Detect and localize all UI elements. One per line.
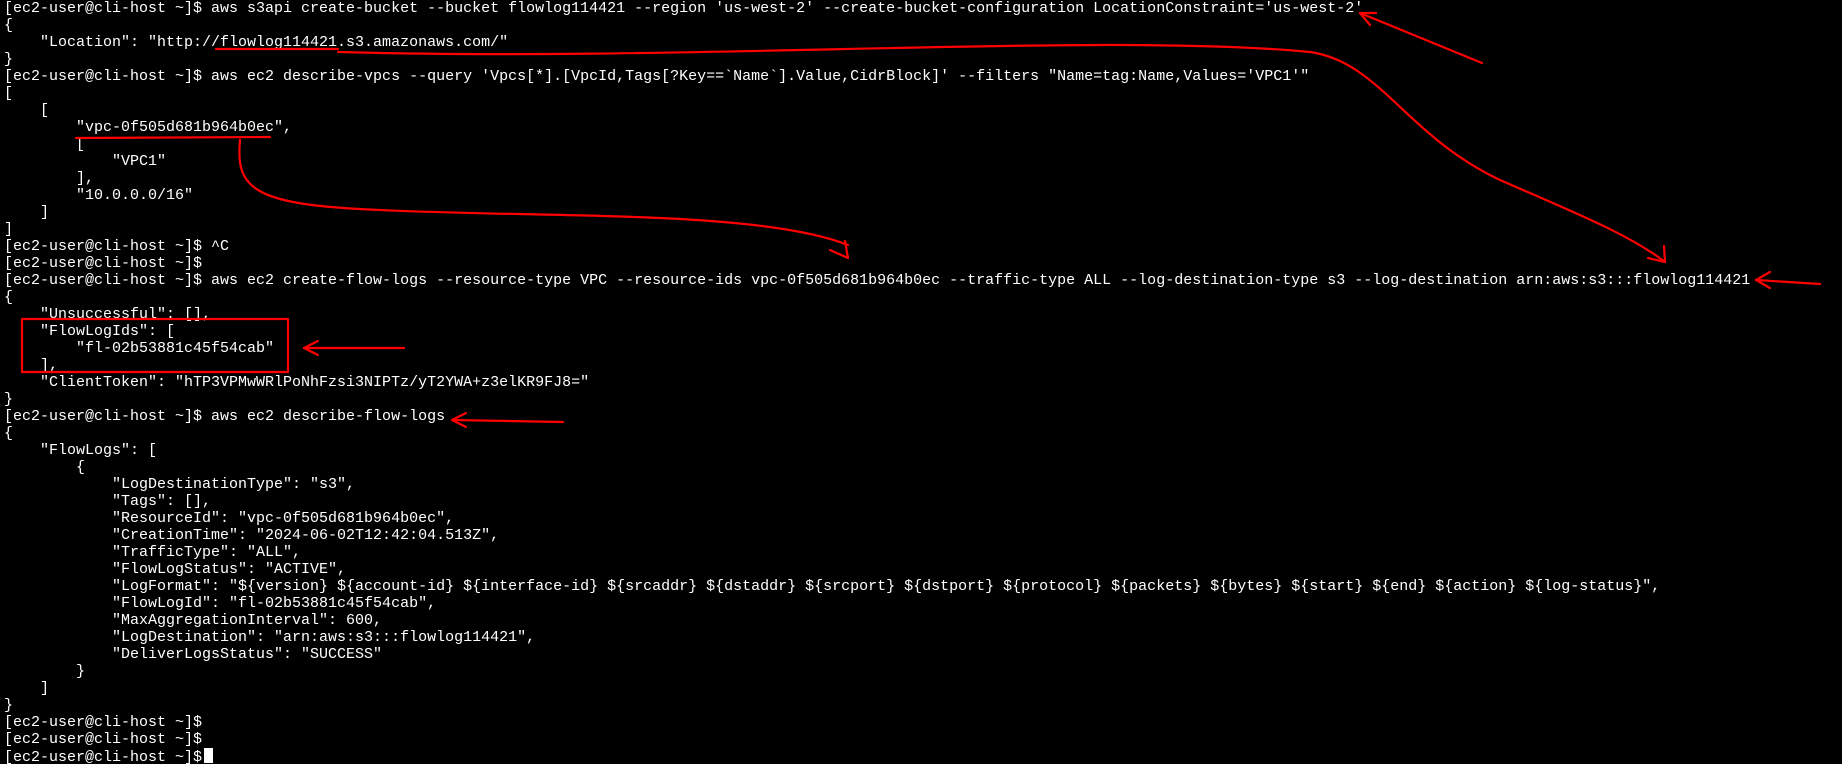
terminal-line-output: "FlowLogStatus": "ACTIVE", [4, 561, 347, 578]
terminal-line-output: "LogDestinationType": "s3", [4, 476, 356, 493]
terminal-line-create-flow-logs-command: [ec2-user@cli-host ~]$ aws ec2 create-fl… [4, 272, 1751, 289]
terminal-line-output: "Tags": [], [4, 493, 212, 510]
terminal-line-output: ] [4, 204, 50, 221]
terminal-line-vpc-id-output: "vpc-0f505d681b964b0ec", [4, 119, 293, 136]
terminal-line-describe-flow-logs-command: [ec2-user@cli-host ~]$ aws ec2 describe-… [4, 408, 446, 425]
terminal-line-s3-create-command: [ec2-user@cli-host ~]$ aws s3api create-… [4, 0, 1364, 17]
terminal-window[interactable]: [ec2-user@cli-host ~]$ aws s3api create-… [0, 0, 1842, 764]
terminal-line-logformat-output: "LogFormat": "${version} ${account-id} $… [4, 578, 1661, 595]
terminal-line-prompt: [ec2-user@cli-host ~]$ [4, 731, 203, 748]
terminal-line-output: "Unsuccessful": [], [4, 306, 212, 323]
terminal-line-output: { [4, 459, 86, 476]
terminal-line-output: "10.0.0.0/16" [4, 187, 194, 204]
terminal-line-output: "TrafficType": "ALL", [4, 544, 302, 561]
prompt-text: [ec2-user@cli-host ~]$ [4, 749, 203, 764]
terminal-line-prompt: [ec2-user@cli-host ~]$ ^C [4, 238, 230, 255]
arrowhead-annotation [828, 239, 850, 260]
arrowhead-annotation [1646, 244, 1667, 264]
terminal-line-output: ], [4, 170, 95, 187]
arrow-annotation [1358, 11, 1484, 65]
curved-arrow-annotation [238, 138, 850, 247]
terminal-line-output: ] [4, 221, 14, 238]
underline-annotation [74, 135, 272, 140]
arrowhead-annotation [450, 411, 468, 429]
terminal-line-flowlogids-output: "FlowLogIds": [ [4, 323, 176, 340]
terminal-line-location-output: "Location": "http://flowlog114421.s3.ama… [4, 34, 509, 51]
arrow-annotation [450, 418, 565, 424]
terminal-line-active-prompt[interactable]: [ec2-user@cli-host ~]$ [4, 748, 214, 764]
terminal-line-prompt: [ec2-user@cli-host ~]$ [4, 255, 203, 272]
terminal-line-output: "FlowLogs": [ [4, 442, 158, 459]
terminal-line-prompt: [ec2-user@cli-host ~]$ [4, 714, 203, 731]
terminal-line-output: [ [4, 136, 86, 153]
terminal-line-output: "DeliverLogsStatus": "SUCCESS" [4, 646, 383, 663]
terminal-line-output: } [4, 391, 14, 408]
terminal-line-output: } [4, 663, 86, 680]
terminal-line-output: "LogDestination": "arn:aws:s3:::flowlog1… [4, 629, 536, 646]
terminal-line-output: "MaxAggregationInterval": 600, [4, 612, 383, 629]
arrowhead-annotation [1754, 270, 1772, 290]
terminal-line-output: "FlowLogId": "fl-02b53881c45f54cab", [4, 595, 437, 612]
arrow-annotation [1754, 278, 1822, 286]
terminal-line-output: { [4, 289, 14, 306]
terminal-line-output: } [4, 697, 14, 714]
terminal-line-output: { [4, 17, 14, 34]
terminal-line-output: [ [4, 102, 50, 119]
terminal-line-output: { [4, 425, 14, 442]
terminal-line-output: "CreationTime": "2024-06-02T12:42:04.513… [4, 527, 500, 544]
terminal-line-output: [ [4, 85, 14, 102]
terminal-line-output: ] [4, 680, 50, 697]
terminal-line-output: "ResourceId": "vpc-0f505d681b964b0ec", [4, 510, 455, 527]
arrowhead-annotation [302, 339, 320, 357]
terminal-line-output: "ClientToken": "hTP3VPMwWRlPoNhFzsi3NIPT… [4, 374, 590, 391]
terminal-line-output: ], [4, 357, 59, 374]
terminal-line-flowlog-id-output: "fl-02b53881c45f54cab" [4, 340, 275, 357]
terminal-line-describe-vpcs-command: [ec2-user@cli-host ~]$ aws ec2 describe-… [4, 68, 1310, 85]
terminal-line-output: "VPC1" [4, 153, 167, 170]
terminal-line-output: } [4, 51, 14, 68]
text-cursor [204, 748, 214, 763]
